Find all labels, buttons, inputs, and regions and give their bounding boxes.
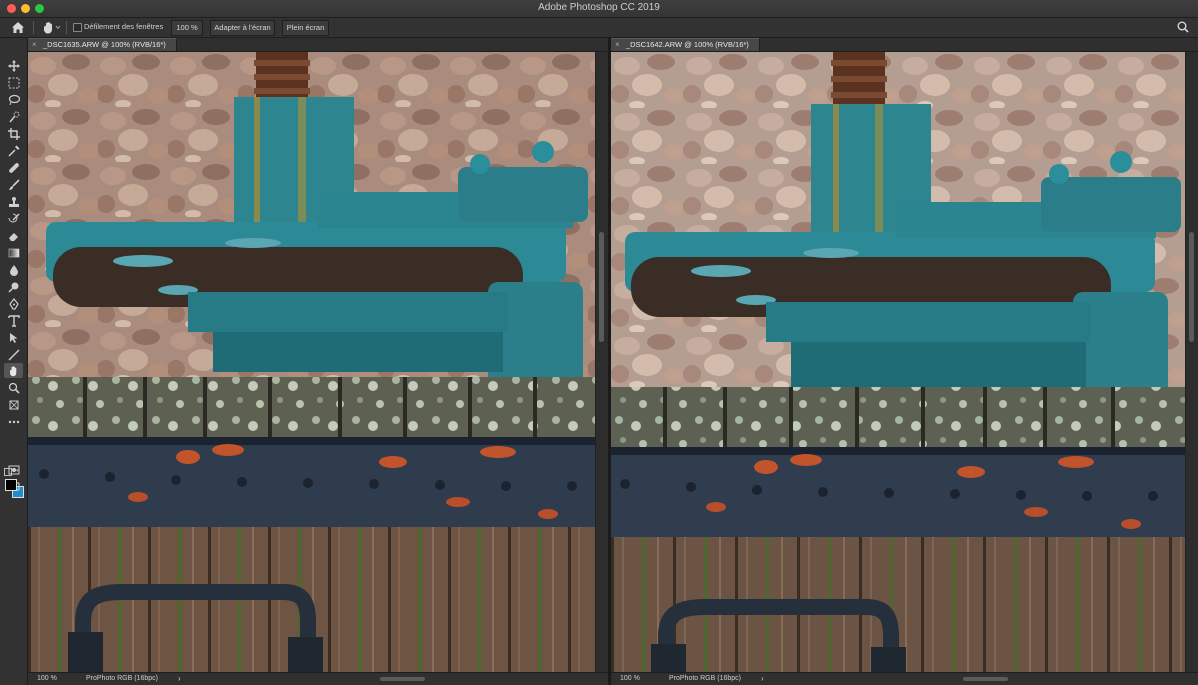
history-brush-icon[interactable] <box>4 211 23 226</box>
home-button[interactable] <box>10 20 26 35</box>
color-profile: ProPhoto RGB (16bpc) <box>86 675 158 682</box>
foreground-color-swatch[interactable] <box>5 479 17 491</box>
tab-strip: × _DSC1642.ARW @ 100% (RVB/16*) <box>611 38 1198 52</box>
quick-selection-icon[interactable] <box>4 109 23 124</box>
tools-panel: ↰ <box>0 38 28 685</box>
scrollbar-thumb[interactable] <box>599 232 604 342</box>
scrollbar-thumb[interactable] <box>1189 232 1194 342</box>
line-icon[interactable] <box>4 347 23 362</box>
options-bar: Défilement des fenêtres 100 % Adapter à … <box>0 18 1198 38</box>
healing-brush-icon[interactable] <box>4 160 23 175</box>
status-bar: 100 % ProPhoto RGB (16bpc) › <box>611 672 1198 685</box>
document-tab-label: _DSC1635.ARW @ 100% (RVB/16*) <box>43 40 166 49</box>
horizontal-scrollbar-thumb[interactable] <box>963 677 1008 681</box>
scroll-all-windows-checkbox[interactable] <box>73 23 82 32</box>
vertical-scrollbar[interactable] <box>595 52 608 673</box>
document-tab-label: _DSC1642.ARW @ 100% (RVB/16*) <box>626 40 749 49</box>
path-selection-icon[interactable] <box>4 330 23 345</box>
separator <box>66 21 67 34</box>
pen-icon[interactable] <box>4 296 23 311</box>
zoom-level[interactable]: 100 % <box>620 675 640 682</box>
window-title: Adobe Photoshop CC 2019 <box>538 2 660 13</box>
scroll-all-windows-label: Défilement des fenêtres <box>84 22 164 31</box>
brush-icon[interactable] <box>4 177 23 192</box>
eyedropper-icon[interactable] <box>4 143 23 158</box>
title-bar: Adobe Photoshop CC 2019 <box>0 0 1198 18</box>
document-tab[interactable]: × _DSC1635.ARW @ 100% (RVB/16*) <box>28 38 177 51</box>
hand-icon[interactable] <box>4 363 23 378</box>
fit-screen-button[interactable]: Adapter à l'écran <box>210 20 275 36</box>
gradient-icon[interactable] <box>4 245 23 260</box>
separator <box>33 21 34 34</box>
color-profile: ProPhoto RGB (16bpc) <box>669 675 741 682</box>
crop-icon[interactable] <box>4 126 23 141</box>
search-icon[interactable] <box>1176 20 1190 34</box>
dodge-icon[interactable] <box>4 279 23 294</box>
horizontal-scrollbar-thumb[interactable] <box>380 677 425 681</box>
status-menu-arrow-icon[interactable]: › <box>178 674 181 683</box>
tab-strip: × _DSC1635.ARW @ 100% (RVB/16*) <box>28 38 608 52</box>
close-icon[interactable]: × <box>615 39 620 51</box>
marquee-icon[interactable] <box>4 75 23 90</box>
document-canvas[interactable] <box>28 52 596 673</box>
home-icon <box>12 22 24 33</box>
eraser-icon[interactable] <box>4 228 23 243</box>
document-pane-right: × _DSC1642.ARW @ 100% (RVB/16*) 100 % Pr… <box>611 38 1198 685</box>
photo-wine-press <box>28 52 596 673</box>
status-menu-arrow-icon[interactable]: › <box>761 674 764 683</box>
lasso-icon[interactable] <box>4 92 23 107</box>
zoom-level[interactable]: 100 % <box>37 675 57 682</box>
quick-mask-icon[interactable] <box>4 462 23 477</box>
hand-icon <box>44 22 61 34</box>
type-icon[interactable] <box>4 313 23 328</box>
move-icon[interactable] <box>4 58 23 73</box>
zoom-100-button[interactable]: 100 % <box>171 20 203 36</box>
photo-wine-press <box>611 52 1186 673</box>
fill-screen-button[interactable]: Plein écran <box>282 20 329 36</box>
status-bar: 100 % ProPhoto RGB (16bpc) › <box>28 672 608 685</box>
artboard-icon[interactable] <box>4 397 23 412</box>
document-pane-left: × _DSC1635.ARW @ 100% (RVB/16*) 100 % Pr… <box>28 38 608 685</box>
close-icon[interactable]: × <box>32 39 37 51</box>
document-tab[interactable]: × _DSC1642.ARW @ 100% (RVB/16*) <box>611 38 760 51</box>
more-icon[interactable] <box>4 414 23 429</box>
tool-preset-picker[interactable] <box>40 20 62 35</box>
document-canvas[interactable] <box>611 52 1186 673</box>
vertical-scrollbar[interactable] <box>1185 52 1198 673</box>
zoom-icon[interactable] <box>4 380 23 395</box>
clone-stamp-icon[interactable] <box>4 194 23 209</box>
blur-icon[interactable] <box>4 262 23 277</box>
